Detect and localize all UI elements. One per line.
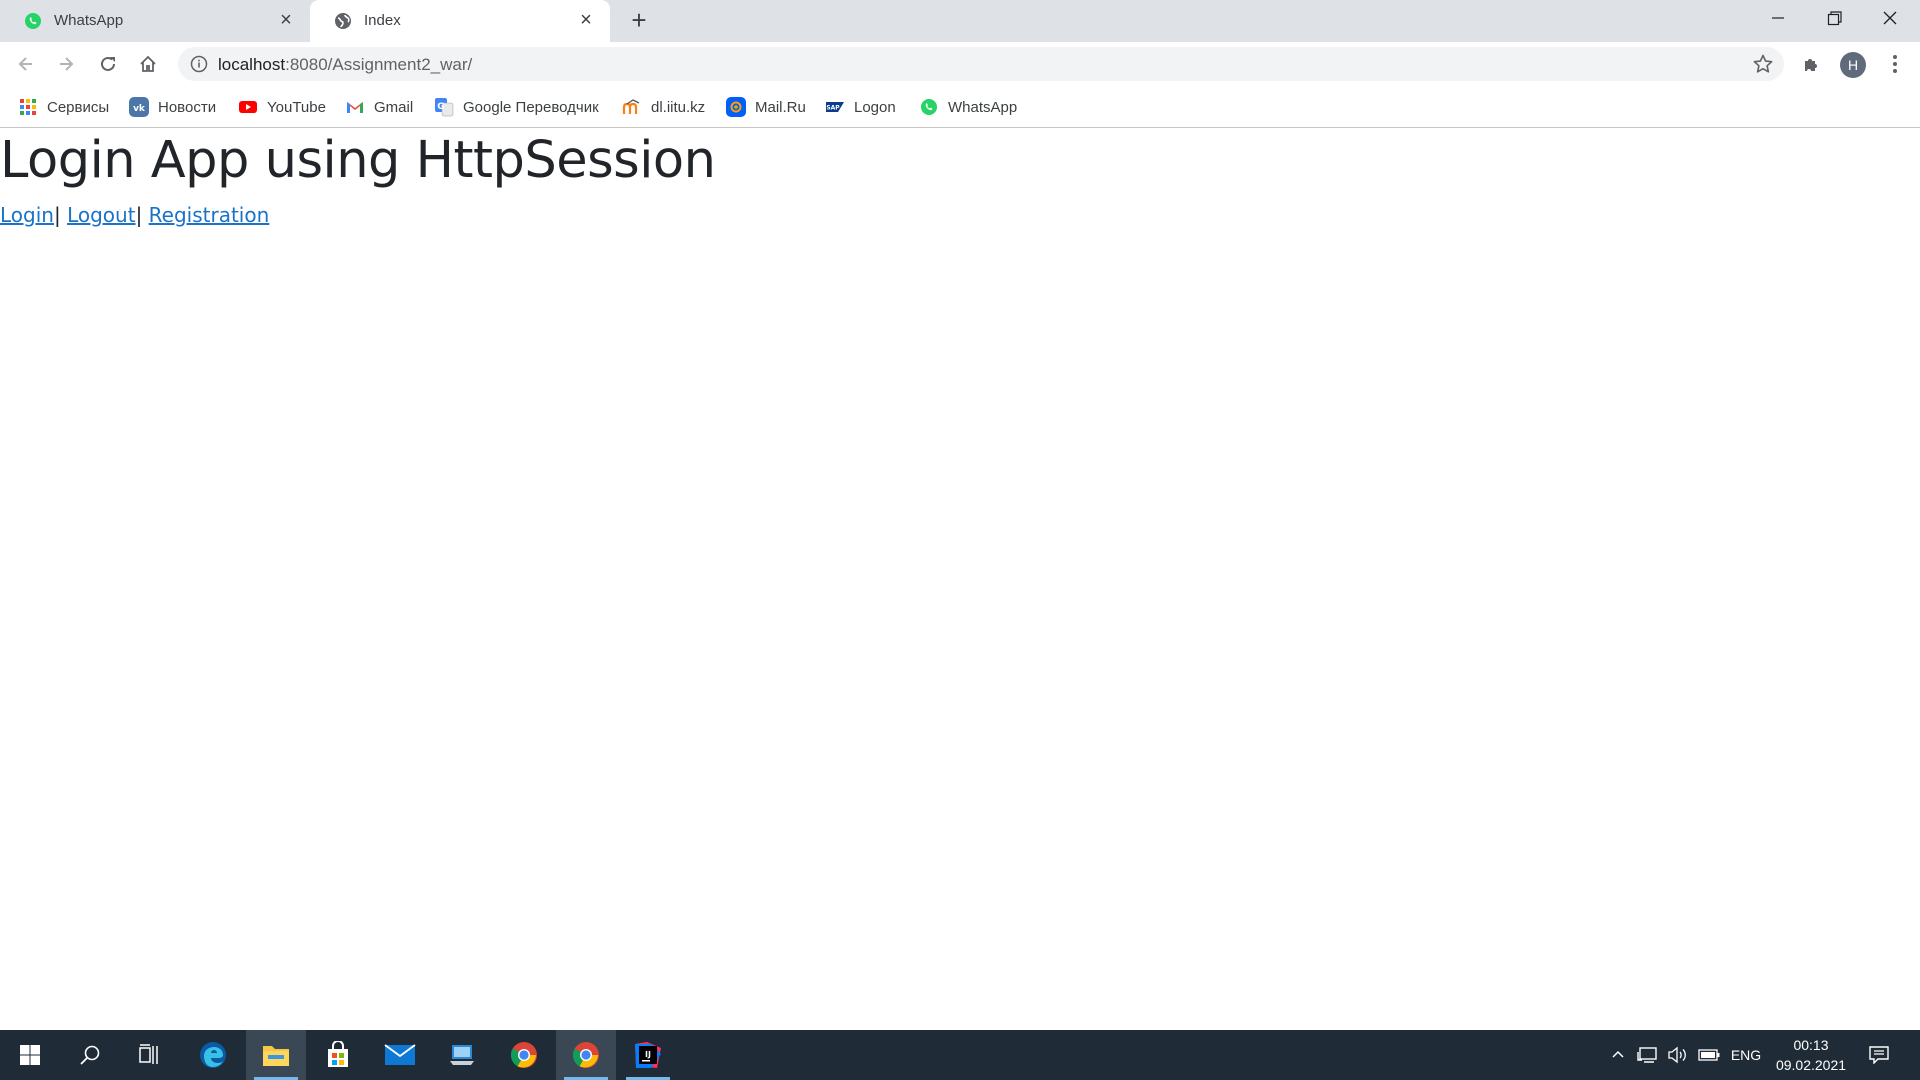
page-content: Login App using HttpSession Login| Logou… <box>0 129 1920 1029</box>
battery-icon[interactable] <box>1694 1030 1724 1080</box>
whatsapp-icon <box>919 97 939 117</box>
page-nav-links: Login| Logout| Registration <box>0 203 269 227</box>
globe-icon <box>334 12 352 30</box>
clock-date: 09.02.2021 <box>1775 1057 1847 1073</box>
bookmark-label: Новости <box>158 98 217 116</box>
notifications-icon[interactable] <box>1862 1030 1896 1080</box>
tab-strip: WhatsApp × Index × + <box>0 0 1920 42</box>
bookmark-label: Mail.Ru <box>755 98 806 116</box>
sap-icon: SAP <box>825 97 845 117</box>
tab-title: Index <box>364 12 401 29</box>
url-path: :8080/Assignment2_war/ <box>285 55 473 74</box>
svg-text:SAP: SAP <box>826 105 840 112</box>
info-icon[interactable] <box>190 55 208 73</box>
bookmark-youtube[interactable]: YouTube <box>238 94 326 120</box>
login-link[interactable]: Login <box>0 203 54 227</box>
browser-toolbar: localhost:8080/Assignment2_war/ H <box>0 42 1920 86</box>
file-explorer-icon[interactable] <box>246 1030 306 1080</box>
link-separator: | <box>53 203 61 227</box>
window-close-icon[interactable] <box>1862 0 1918 40</box>
url-text[interactable]: localhost:8080/Assignment2_war/ <box>218 55 472 75</box>
bookmark-label: WhatsApp <box>948 98 1018 116</box>
bookmark-mailru[interactable]: Mail.Ru <box>726 94 806 120</box>
bookmark-gmail[interactable]: Gmail <box>345 94 413 120</box>
clock-time: 00:13 <box>1793 1037 1829 1053</box>
kebab-menu-icon[interactable] <box>1882 50 1908 78</box>
close-icon[interactable]: × <box>276 10 296 30</box>
bookmark-star-icon[interactable] <box>1752 53 1774 75</box>
network-icon[interactable] <box>1632 1030 1662 1080</box>
back-arrow-icon[interactable] <box>10 48 42 80</box>
edge-icon[interactable] <box>183 1030 243 1080</box>
address-bar[interactable]: localhost:8080/Assignment2_war/ <box>178 47 1784 81</box>
bookmark-label: Google Переводчик <box>463 98 599 116</box>
bookmark-label: Gmail <box>374 98 414 116</box>
chrome-icon[interactable] <box>556 1030 616 1080</box>
store-icon[interactable] <box>308 1030 368 1080</box>
bookmarks-bar: Сервисы vk Новости YouTube Gmail G Googl… <box>0 86 1920 128</box>
search-icon[interactable] <box>60 1030 120 1080</box>
google-translate-icon: G <box>434 97 454 117</box>
restore-icon[interactable] <box>1806 0 1862 40</box>
bookmark-google-translate[interactable]: G Google Переводчик <box>434 94 599 120</box>
bookmark-label: dl.iitu.kz <box>651 98 706 116</box>
volume-icon[interactable] <box>1662 1030 1692 1080</box>
remote-desktop-icon[interactable] <box>432 1030 492 1080</box>
tab-title: WhatsApp <box>54 12 124 29</box>
windows-taskbar: IJ ENG 00:13 09.02.2021 <box>0 1030 1920 1080</box>
vk-icon: vk <box>129 97 149 117</box>
registration-link[interactable]: Registration <box>149 203 270 227</box>
clock[interactable]: 00:13 09.02.2021 <box>1766 1035 1856 1075</box>
bookmark-label: Logon <box>854 98 896 116</box>
link-separator: | <box>135 203 143 227</box>
chrome-icon[interactable] <box>494 1030 554 1080</box>
extensions-puzzle-icon[interactable] <box>1798 50 1826 78</box>
gmail-icon <box>345 97 365 117</box>
task-view-icon[interactable] <box>120 1030 180 1080</box>
bookmark-label: YouTube <box>267 98 326 116</box>
language-indicator[interactable]: ENG <box>1726 1030 1766 1080</box>
bookmark-vk-news[interactable]: vk Новости <box>129 94 216 120</box>
bookmark-logon[interactable]: SAP Logon <box>825 94 896 120</box>
svg-text:vk: vk <box>133 104 146 114</box>
mailru-icon <box>726 97 746 117</box>
home-icon[interactable] <box>132 48 164 80</box>
close-icon[interactable]: × <box>576 10 596 30</box>
url-host: localhost <box>218 55 286 74</box>
svg-text:IJ: IJ <box>645 1050 651 1059</box>
bookmark-services[interactable]: Сервисы <box>18 94 109 120</box>
chevron-up-icon[interactable] <box>1604 1030 1632 1080</box>
bookmark-label: Сервисы <box>47 98 110 116</box>
tab-whatsapp[interactable]: WhatsApp × <box>0 0 310 42</box>
reload-icon[interactable] <box>92 48 124 80</box>
intellij-icon[interactable]: IJ <box>618 1030 678 1080</box>
apps-grid-icon <box>18 97 38 117</box>
youtube-icon <box>238 97 258 117</box>
bookmark-whatsapp[interactable]: WhatsApp <box>919 94 1017 120</box>
page-title: Login App using HttpSession <box>0 131 716 190</box>
svg-text:G: G <box>437 102 444 112</box>
profile-avatar[interactable]: H <box>1840 52 1866 78</box>
tab-index[interactable]: Index × <box>310 0 610 42</box>
logout-link[interactable]: Logout <box>67 203 135 227</box>
minimize-icon[interactable] <box>1750 0 1806 40</box>
whatsapp-icon <box>24 12 42 30</box>
bookmark-dl-iitu[interactable]: dl.iitu.kz <box>622 94 705 120</box>
new-tab-icon[interactable]: + <box>626 7 652 34</box>
start-icon[interactable] <box>0 1030 60 1080</box>
forward-arrow-icon[interactable] <box>50 48 82 80</box>
moodle-icon <box>622 97 642 117</box>
mail-icon[interactable] <box>370 1030 430 1080</box>
